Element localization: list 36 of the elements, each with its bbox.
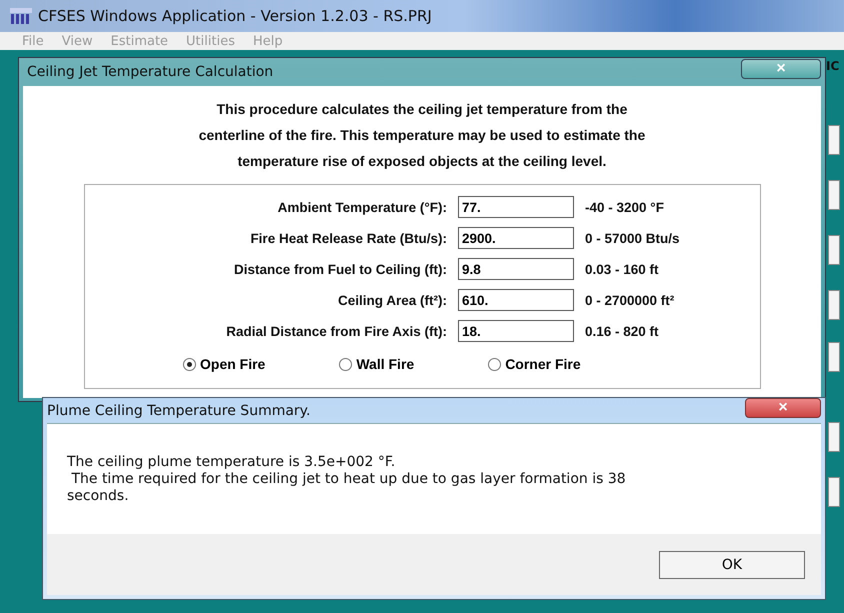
- background-button[interactable]: [828, 235, 840, 265]
- input-field[interactable]: 610.: [458, 289, 574, 311]
- radio-button[interactable]: [488, 358, 502, 370]
- window-title: CFSES Windows Application - Version 1.2.03 - RS.PRJ: [38, 7, 432, 25]
- field-label: Ambient Temperature (°F):: [276, 200, 447, 214]
- field-label: Fire Heat Release Rate (Btu/s):: [249, 230, 447, 246]
- input-field[interactable]: 77.: [458, 196, 574, 218]
- background-button[interactable]: [828, 342, 840, 372]
- background-button[interactable]: [828, 477, 840, 507]
- field-label: Distance from Fuel to Ceiling (ft):: [232, 262, 447, 276]
- range-text: -40 - 3200 °F: [585, 200, 665, 214]
- field-label: Ceiling Area (ft²):: [337, 292, 447, 308]
- background-button[interactable]: [828, 290, 840, 320]
- radio-option[interactable]: Open Fire: [183, 356, 266, 372]
- radio-option[interactable]: Wall Fire: [339, 356, 414, 372]
- range-text: 0.16 - 820 ft: [585, 324, 660, 338]
- background-button[interactable]: [828, 180, 840, 210]
- range-text: 0.03 - 160 ft: [585, 262, 660, 276]
- background-button[interactable]: [828, 125, 840, 155]
- dialog-title: Ceiling Jet Temperature Calculation: [26, 64, 274, 80]
- radio-button[interactable]: [183, 358, 196, 370]
- ok-button[interactable]: OK: [659, 550, 805, 578]
- background-button[interactable]: [828, 422, 840, 452]
- message-text: The ceiling plume temperature is 3.5e+002 °F. The time required for the ceiling jet to heat up due to gas layer formation is 38 seconds.: [66, 453, 627, 505]
- app-icon: [10, 8, 32, 24]
- background-text: IC: [826, 59, 840, 73]
- message-title: Plume Ceiling Temperature Summary.: [47, 402, 310, 418]
- input-field[interactable]: 2900.: [458, 227, 574, 249]
- input-field[interactable]: 9.8: [458, 258, 574, 280]
- range-text: 0 - 2700000 ft²: [585, 292, 676, 308]
- radio-option[interactable]: Corner Fire: [488, 356, 581, 372]
- description-text: This procedure calculates the ceiling jet temperature from the centerline of the fire. This temperature may be used to estimate the temperature rise of exposed objects at the ceiling level.: [198, 100, 646, 171]
- radio-button[interactable]: [339, 358, 352, 370]
- range-text: 0 - 57000 Btu/s: [585, 230, 681, 246]
- field-label: Radial Distance from Fire Axis (ft):: [225, 324, 447, 338]
- input-field[interactable]: 18.: [458, 320, 574, 342]
